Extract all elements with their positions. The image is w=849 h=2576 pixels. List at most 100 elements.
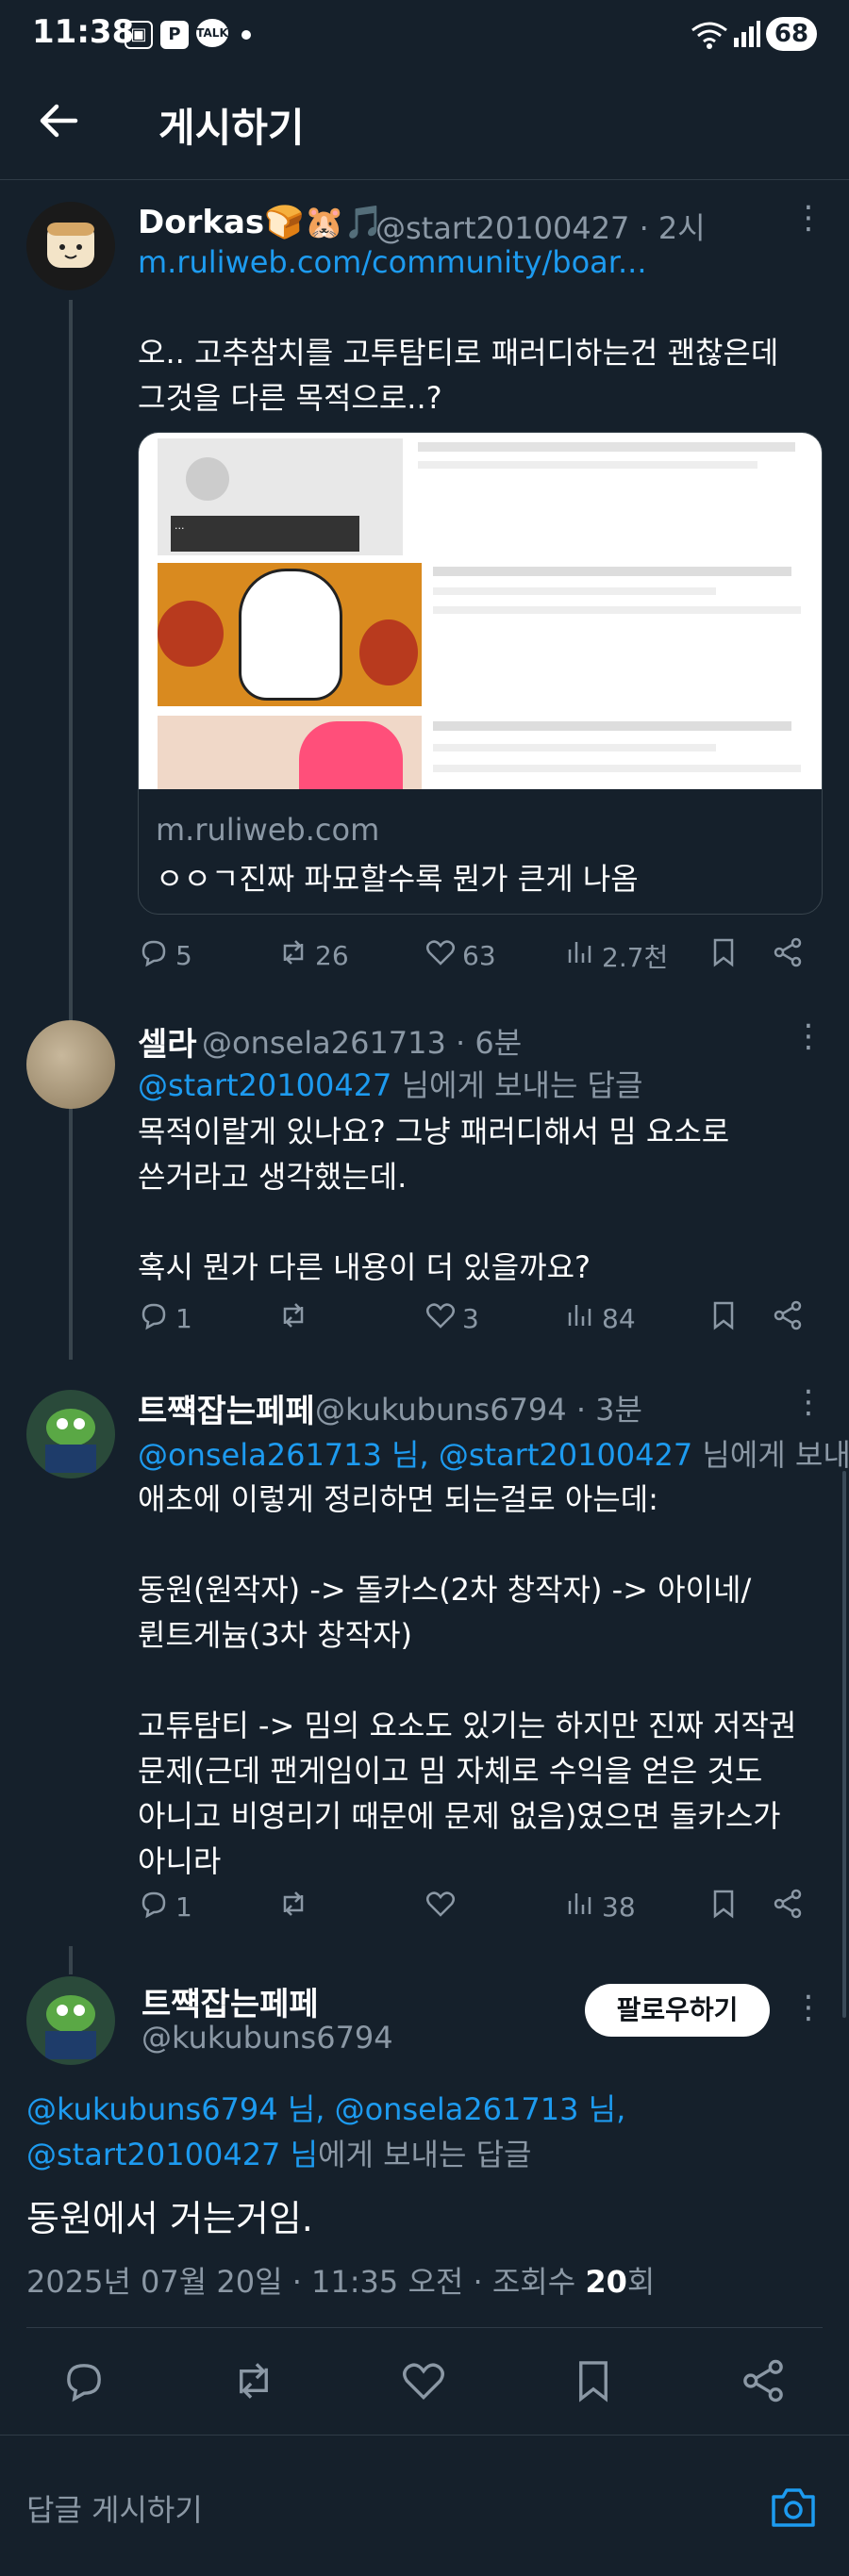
retweet-count: 26	[315, 940, 349, 971]
reply-icon	[138, 1888, 170, 1926]
post-text: 오.. 고추참치를 고투탐티로 패러디하는건 괜찮은데 그것을 다른 목적으로.…	[138, 335, 779, 416]
view-count: 20	[585, 2264, 627, 2300]
heart-icon	[424, 1888, 457, 1926]
mention-link[interactable]: @start20100427	[138, 1067, 391, 1103]
post-text: 동원에서 거는거임.	[26, 2198, 313, 2239]
share-icon[interactable]	[740, 2357, 787, 2408]
reply-to-suffix: 님에게 보내는 답글	[391, 1067, 643, 1103]
reply-to-suffix: 에게 보내는 답글	[318, 2137, 532, 2172]
divider	[26, 2327, 823, 2328]
mention-link[interactable]: @kukubuns6794 님, @onsela261713 님,	[26, 2091, 625, 2127]
reply-to-line: @kukubuns6794 님, @onsela261713 님, @start…	[26, 2087, 828, 2177]
more-options-icon[interactable]: ⋮	[792, 1386, 824, 1418]
signal-icon	[732, 19, 760, 53]
retweet-icon	[277, 1888, 309, 1926]
like-count: 3	[462, 1303, 479, 1334]
thread-line	[69, 300, 73, 1360]
talk-icon: TALK	[196, 19, 228, 47]
avatar[interactable]	[26, 1976, 115, 2065]
like-button[interactable]	[424, 1888, 457, 1926]
status-time: 11:38	[32, 13, 135, 51]
author-handle: @kukubuns6794	[142, 2020, 393, 2056]
view-count-suffix: 회	[626, 2264, 656, 2300]
scrollbar[interactable]	[842, 1471, 846, 2018]
share-icon[interactable]	[772, 936, 804, 968]
top-app-bar: 게시하기	[0, 74, 849, 180]
bookmark-icon[interactable]	[570, 2357, 617, 2408]
views-button[interactable]: 38	[564, 1888, 636, 1926]
reply-composer: 답글 게시하기	[0, 2461, 849, 2576]
retweet-button[interactable]	[277, 1888, 309, 1926]
heart-icon	[424, 936, 457, 975]
reply-input[interactable]: 답글 게시하기	[26, 2461, 743, 2559]
heart-icon	[424, 1299, 457, 1338]
camera-icon[interactable]	[770, 2485, 817, 2533]
mention-link[interactable]: @start20100427 님	[26, 2137, 318, 2172]
author-name[interactable]: 트쨱잡는페페	[142, 1978, 319, 2024]
bookmark-icon[interactable]	[708, 936, 740, 968]
action-bar: 5 26 63 2.7천	[138, 936, 821, 983]
retweet-button[interactable]	[277, 1299, 309, 1338]
post-text: 목적이랄게 있나요? 그냥 패러디해서 밈 요소로 쓴거라고 생각했는데. 혹시…	[138, 1114, 730, 1285]
post-link[interactable]: m.ruliweb.com/community/boar...	[138, 244, 647, 280]
author-name[interactable]: 트쨱잡는페페	[138, 1385, 315, 1431]
battery-indicator: 68	[766, 17, 817, 51]
post-timestamp: 2025년 07월 20일 · 11:35 오전 · 조회수	[26, 2264, 586, 2300]
action-bar: 1 3 84	[138, 1299, 821, 1346]
author-handle: @onsela261713 · 6분	[202, 1025, 523, 1061]
card-domain: m.ruliweb.com	[156, 812, 380, 848]
reply-to-line: @start20100427 님에게 보내는 답글	[138, 1062, 642, 1105]
avatar[interactable]	[26, 1020, 115, 1109]
view-count: 84	[602, 1303, 636, 1334]
thumbnail-1: ...	[158, 438, 403, 555]
more-options-icon[interactable]: ⋮	[792, 1020, 824, 1052]
bookmark-icon[interactable]	[708, 1299, 740, 1331]
author-name[interactable]: Dorkas🍞🐹🎵	[138, 204, 384, 241]
avatar[interactable]	[26, 202, 115, 290]
author-name[interactable]: 셀라	[138, 1018, 197, 1065]
retweet-button[interactable]: 26	[277, 936, 349, 975]
reply-icon	[138, 1299, 170, 1338]
like-button[interactable]: 63	[424, 936, 496, 975]
retweet-icon[interactable]	[230, 2357, 277, 2408]
link-preview-card[interactable]: ... m.ruliweb.com ㅇㅇㄱ진짜 파묘할수록 뭔가 큰게 나옴	[138, 432, 823, 915]
share-icon[interactable]	[772, 1299, 804, 1331]
author-handle: @start20100427 · 2시	[375, 210, 706, 246]
reply-button[interactable]: 1	[138, 1299, 192, 1338]
more-options-icon[interactable]: ⋮	[792, 202, 824, 234]
view-count: 38	[602, 1891, 636, 1923]
author-handle: @kukubuns6794 · 3분	[315, 1392, 642, 1428]
reply-to-suffix: 님에게 보내는	[702, 1437, 849, 1473]
view-count: 2.7천	[602, 941, 669, 973]
mention-link[interactable]: @onsela261713 님, @start20100427	[138, 1437, 692, 1473]
views-button[interactable]: 2.7천	[564, 936, 668, 975]
more-options-icon[interactable]: ⋮	[792, 1991, 824, 2023]
bookmark-icon[interactable]	[708, 1888, 740, 1920]
heart-icon[interactable]	[400, 2357, 447, 2408]
back-arrow-icon[interactable]	[38, 100, 79, 149]
like-count: 63	[462, 940, 496, 971]
post-text: 애초에 이렇게 정리하면 되는걸로 아는데: 동원(원작자) -> 돌카스(2차…	[138, 1481, 797, 1879]
action-bar: 1 38	[138, 1888, 821, 1935]
post-meta: 2025년 07월 20일 · 11:35 오전 · 조회수 20회	[26, 2258, 655, 2302]
follow-button[interactable]: 팔로우하기	[585, 1984, 770, 2037]
reply-count: 5	[175, 940, 192, 971]
like-button[interactable]: 3	[424, 1299, 479, 1338]
retweet-icon	[277, 936, 309, 975]
reply-button[interactable]: 5	[138, 936, 192, 975]
reply-to-line: @onsela261713 님, @start20100427 님에게 보내는	[138, 1431, 849, 1475]
share-icon[interactable]	[772, 1888, 804, 1920]
page-title: 게시하기	[158, 105, 305, 151]
views-button[interactable]: 84	[564, 1299, 636, 1338]
link-preview-image: ...	[139, 433, 822, 789]
main-action-bar	[0, 2329, 849, 2433]
avatar[interactable]	[26, 1390, 115, 1478]
thumbnail-2	[158, 563, 422, 706]
notification-dot-icon	[241, 30, 251, 40]
p-app-icon: P	[160, 21, 189, 49]
screen-record-icon: ▣	[125, 21, 153, 49]
wifi-icon	[691, 21, 728, 56]
reply-button[interactable]: 1	[138, 1888, 192, 1926]
thumbnail-3	[158, 716, 422, 789]
reply-icon[interactable]	[60, 2357, 108, 2408]
